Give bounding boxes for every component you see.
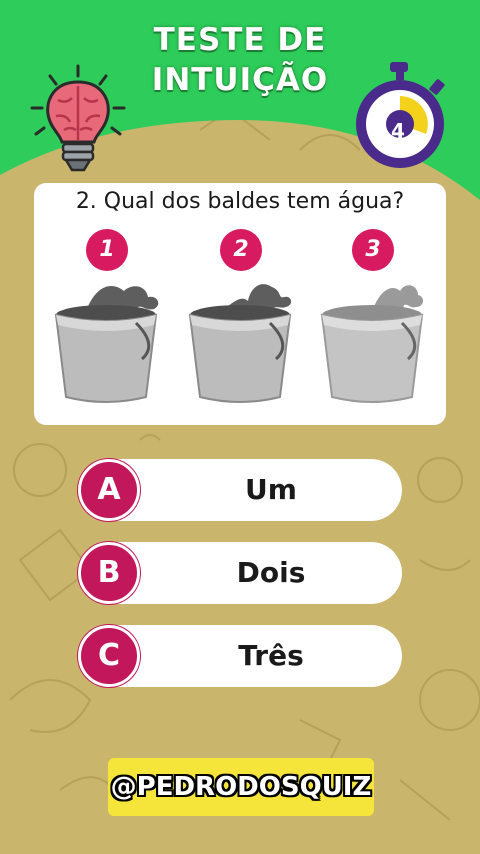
question-text: 2. Qual dos baldes tem água? [75, 189, 405, 214]
bucket-icon [320, 285, 424, 403]
answer-option-c[interactable]: C Três [78, 625, 402, 687]
answer-option-b[interactable]: B Dois [78, 542, 402, 604]
bucket-icon [188, 284, 292, 403]
answer-label: Três [238, 639, 304, 672]
bucket-option-3[interactable]: 3 [312, 229, 432, 413]
bucket-icon [54, 285, 159, 403]
title-line-1: TESTE DE [153, 22, 327, 58]
bucket-number-badge: 3 [352, 229, 394, 271]
timer-value: 4 [391, 119, 405, 143]
bucket-option-2[interactable]: 2 [180, 229, 300, 413]
brain-lightbulb-icon [30, 64, 126, 172]
channel-handle: @PEDRODOSQUIZ [108, 758, 374, 816]
bucket-option-1[interactable]: 1 [46, 229, 166, 413]
question-card: 2. Qual dos baldes tem água? 1 2 3 [34, 183, 446, 425]
answer-label: Um [245, 473, 297, 506]
answer-option-a[interactable]: A Um [78, 459, 402, 521]
bucket-number-badge: 1 [86, 229, 128, 271]
answer-letter-badge: A [78, 459, 140, 521]
bucket-number-badge: 2 [220, 229, 262, 271]
answer-letter-badge: C [78, 625, 140, 687]
answer-letter-badge: B [78, 542, 140, 604]
answer-label: Dois [236, 556, 306, 589]
stopwatch-icon [356, 62, 445, 168]
